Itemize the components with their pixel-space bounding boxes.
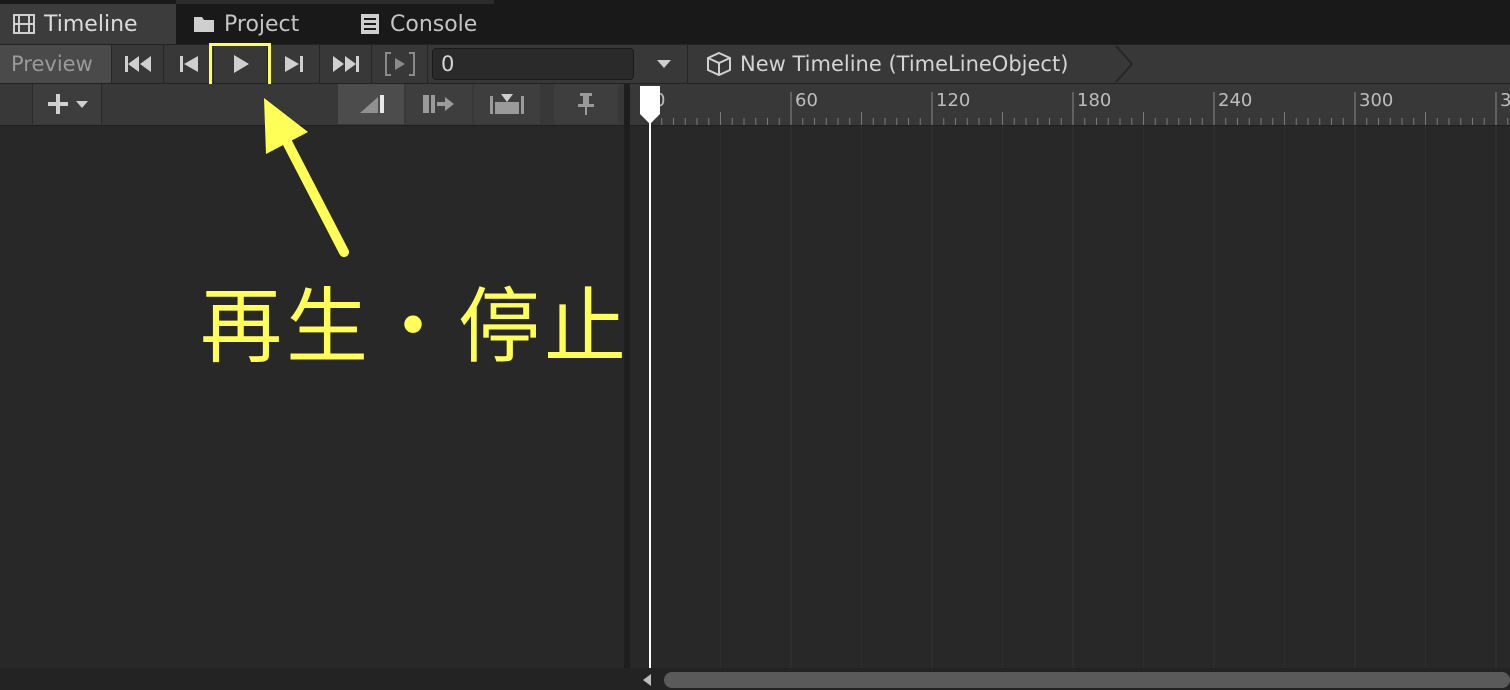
play-range-icon — [384, 52, 415, 76]
scrollbar-thumb[interactable] — [664, 672, 1510, 688]
replace-edit-button[interactable] — [406, 84, 472, 124]
play-range-button[interactable] — [372, 45, 428, 83]
tab-label: Project — [224, 11, 300, 37]
go-to-start-button[interactable] — [112, 45, 164, 83]
replace-edit-icon — [423, 95, 454, 113]
tab-project[interactable]: Project — [192, 4, 299, 44]
previous-frame-icon — [179, 56, 198, 72]
window-tab-bar: Timeline Project Console — [0, 0, 1510, 44]
go-to-end-icon — [332, 56, 359, 72]
play-button-highlight — [209, 43, 271, 88]
go-to-start-icon — [124, 56, 151, 72]
annotation-label: 再生・停止 — [200, 280, 631, 375]
scroll-left-icon[interactable] — [640, 672, 654, 688]
tab-label: Timeline — [44, 11, 138, 37]
next-frame-icon — [284, 56, 303, 72]
add-track-icon — [48, 94, 88, 114]
console-icon — [358, 12, 382, 36]
breadcrumb-separator-icon — [1115, 45, 1134, 83]
chevron-down-icon — [656, 60, 671, 68]
frame-field[interactable]: 0 — [432, 48, 634, 80]
preview-toggle-button[interactable]: Preview — [0, 45, 112, 83]
playhead[interactable] — [638, 84, 662, 668]
annotation-arrow-icon — [264, 98, 349, 257]
pin-button[interactable] — [554, 84, 618, 124]
tab-label: Console — [390, 11, 478, 37]
ruler-label: 300 — [1359, 90, 1394, 111]
time-format-dropdown[interactable] — [640, 45, 688, 83]
tab-console[interactable]: Console — [358, 4, 477, 44]
ruler-label: 240 — [1218, 90, 1253, 111]
timeline-grid — [649, 126, 1497, 668]
cube-icon — [707, 51, 731, 77]
film-icon — [12, 12, 36, 36]
tab-timeline[interactable]: Timeline — [0, 4, 176, 44]
time-ruler[interactable]: 0 60 120 180 240 300 3 — [630, 84, 1510, 126]
preview-label: Preview — [11, 52, 93, 76]
previous-frame-button[interactable] — [164, 45, 214, 83]
frame-value: 0 — [441, 52, 455, 76]
ruler-label: 3 — [1500, 90, 1510, 111]
pin-icon — [578, 93, 594, 115]
timeline-content-area[interactable] — [630, 126, 1510, 668]
breadcrumb-label: New Timeline (TimeLineObject) — [740, 52, 1069, 76]
ripple-edit-icon — [360, 95, 384, 113]
ruler-label: 120 — [936, 90, 971, 111]
ruler-label: 180 — [1077, 90, 1112, 111]
breadcrumb[interactable]: New Timeline (TimeLineObject) — [706, 45, 1068, 83]
add-track-button[interactable] — [32, 84, 102, 124]
mix-edit-button[interactable] — [474, 84, 540, 124]
next-frame-button[interactable] — [268, 45, 320, 83]
mix-edit-icon — [490, 94, 524, 114]
ruler-label: 60 — [795, 90, 818, 111]
go-to-end-button[interactable] — [320, 45, 372, 83]
folder-icon — [192, 12, 216, 36]
